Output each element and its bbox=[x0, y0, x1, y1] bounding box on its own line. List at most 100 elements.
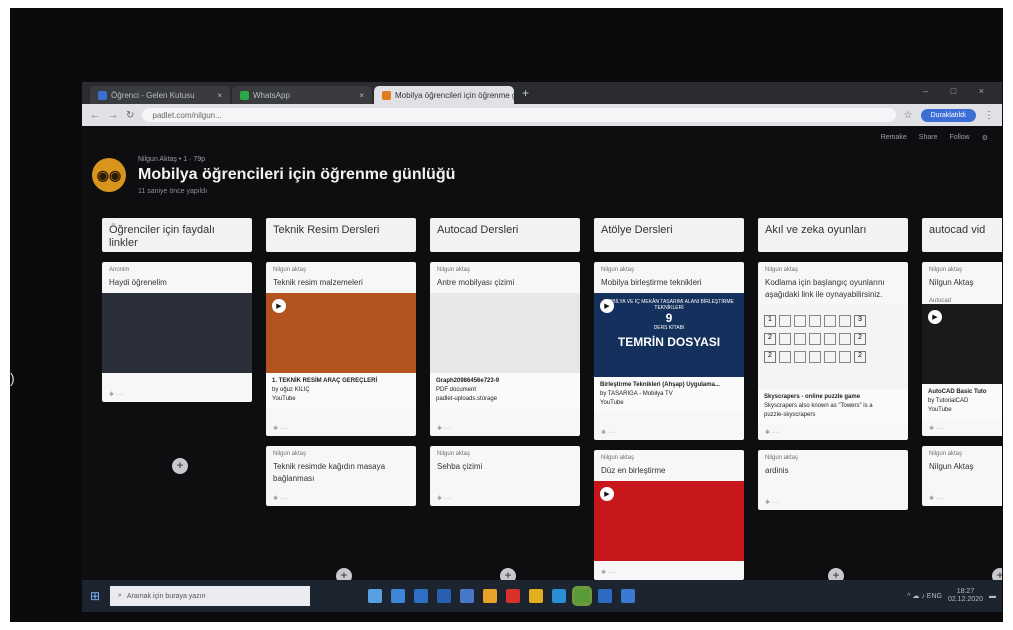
comment-icon[interactable]: ✱ ···· bbox=[437, 425, 452, 432]
tab-favicon-icon bbox=[240, 90, 249, 100]
comment-icon[interactable]: ✱ ···· bbox=[601, 429, 616, 436]
back-icon[interactable]: ← bbox=[90, 110, 100, 121]
comment-icon[interactable]: ✱ ···· bbox=[929, 495, 944, 502]
post-card[interactable]: Nilgun aktaş Teknik resim malzemeleri ▶ 1. … bbox=[266, 262, 416, 436]
taskbar-app-icon[interactable] bbox=[483, 589, 497, 603]
browser-tab[interactable]: WhatsApp × bbox=[232, 86, 372, 104]
post-card[interactable]: Nilgun aktaş Nilgun Aktaş Autocad ▶ AutoCAD … bbox=[922, 262, 1002, 436]
profile-button[interactable]: Duraklatıldı bbox=[920, 108, 976, 122]
puzzle-cell[interactable] bbox=[794, 315, 806, 327]
browser-tab[interactable]: Öğrenci - Gelen Kutusu × bbox=[90, 86, 230, 104]
post-media[interactable]: ▶ bbox=[922, 304, 1002, 384]
clock[interactable]: 18:27 02.12.2020 bbox=[948, 588, 983, 604]
puzzle-cell[interactable] bbox=[839, 315, 851, 327]
window-controls[interactable]: – □ × bbox=[923, 86, 994, 96]
banner-title: TEMRİN DOSYASI bbox=[617, 335, 721, 349]
post-card[interactable]: Nilgun aktaş ardinis ✱ ···· bbox=[758, 450, 908, 510]
play-icon[interactable]: ▶ bbox=[928, 310, 942, 324]
post-card[interactable]: Anonim Haydi öğrenelim ✱ ···· bbox=[102, 262, 252, 402]
taskbar-app-icon[interactable] bbox=[460, 589, 474, 603]
puzzle-cell[interactable] bbox=[779, 351, 791, 363]
comment-icon[interactable]: ✱ ···· bbox=[273, 425, 288, 432]
taskbar-app-icon[interactable] bbox=[391, 589, 405, 603]
comment-icon[interactable]: ✱ ···· bbox=[765, 499, 780, 506]
post-title: Kodlama için başlangıç oyunlarını aşağıd… bbox=[765, 278, 885, 299]
puzzle-cell[interactable] bbox=[779, 333, 791, 345]
post-card[interactable]: Nilgun aktaş Nilgun Aktaş ✱ ···· bbox=[922, 446, 1002, 506]
url-input[interactable]: padlet.com/nilgun... bbox=[142, 108, 896, 122]
post-card[interactable]: Nilgun aktaş Teknik resimde kağıdın masay… bbox=[266, 446, 416, 506]
puzzle-cell[interactable] bbox=[839, 333, 851, 345]
comment-icon[interactable]: ✱ ···· bbox=[109, 391, 124, 398]
post-media[interactable] bbox=[102, 293, 252, 373]
comment-icon[interactable]: ✱ ···· bbox=[601, 569, 616, 576]
padlet-action[interactable]: ⚙ bbox=[982, 134, 988, 142]
puzzle-row[interactable]: 22 bbox=[764, 351, 902, 363]
taskbar-app-icon[interactable] bbox=[529, 589, 543, 603]
post-media[interactable] bbox=[430, 293, 580, 373]
puzzle-cell[interactable] bbox=[794, 351, 806, 363]
post-card[interactable]: Nilgun aktaş Antre mobilyası çizimi Graph2… bbox=[430, 262, 580, 436]
taskbar-search-input[interactable]: ⌕ Aramak için buraya yazın bbox=[110, 586, 310, 606]
puzzle-cell[interactable] bbox=[824, 333, 836, 345]
column-heading[interactable]: Autocad Dersleri bbox=[430, 218, 580, 252]
comment-icon[interactable]: ✱ ···· bbox=[929, 425, 944, 432]
padlet-action[interactable]: Follow bbox=[949, 134, 969, 142]
post-media[interactable]: ▶ bbox=[266, 293, 416, 373]
play-icon[interactable]: ▶ bbox=[272, 299, 286, 313]
tab-close-icon[interactable]: × bbox=[359, 91, 364, 100]
tab-close-icon[interactable]: × bbox=[217, 91, 222, 100]
puzzle-cell[interactable] bbox=[809, 333, 821, 345]
taskbar-app-icon[interactable] bbox=[598, 589, 612, 603]
puzzle-cell[interactable] bbox=[839, 351, 851, 363]
taskbar-app-icon[interactable] bbox=[414, 589, 428, 603]
puzzle-cell[interactable] bbox=[779, 315, 791, 327]
tab-label: Öğrenci - Gelen Kutusu bbox=[111, 90, 195, 100]
post-card[interactable]: Nilgun aktaş Sehba çizimi ✱ ···· bbox=[430, 446, 580, 506]
taskbar-app-icon[interactable] bbox=[552, 589, 566, 603]
puzzle-row[interactable]: 13 bbox=[764, 315, 902, 327]
post-author: Nilgun aktaş bbox=[601, 455, 635, 461]
star-icon[interactable]: ☆ bbox=[904, 110, 913, 121]
puzzle-cell[interactable] bbox=[824, 315, 836, 327]
puzzle-cell[interactable] bbox=[809, 315, 821, 327]
puzzle-cell[interactable] bbox=[794, 333, 806, 345]
play-icon[interactable]: ▶ bbox=[600, 487, 614, 501]
browser-tab[interactable]: Mobilya öğrencileri için öğrenme günlüğü… bbox=[374, 86, 514, 104]
system-tray: ^ ☁ ♪ ENG 18:27 02.12.2020 ▬ bbox=[907, 588, 996, 604]
column-heading[interactable]: autocad vid bbox=[922, 218, 1002, 252]
add-post-button[interactable]: + bbox=[172, 458, 188, 474]
puzzle-cell[interactable] bbox=[824, 351, 836, 363]
comment-icon[interactable]: ✱ ···· bbox=[765, 429, 780, 436]
menu-icon[interactable]: ⋮ bbox=[984, 110, 994, 121]
post-media[interactable]: MOBİLYA VE İÇ MEKÂN TASARIMI ALANI BİRLE… bbox=[594, 293, 744, 377]
column-heading[interactable]: Teknik Resim Dersleri bbox=[266, 218, 416, 252]
column-heading[interactable]: Akıl ve zeka oyunları bbox=[758, 218, 908, 252]
forward-icon[interactable]: → bbox=[108, 110, 118, 121]
post-media[interactable]: 13 22 22 bbox=[758, 305, 908, 389]
taskbar-app-icon[interactable] bbox=[437, 589, 451, 603]
column-heading[interactable]: Atölye Dersleri bbox=[594, 218, 744, 252]
owner-avatar[interactable]: ◉◉ bbox=[92, 158, 126, 192]
taskbar-app-icon[interactable] bbox=[572, 586, 592, 606]
taskbar-app-icon[interactable] bbox=[368, 589, 382, 603]
reload-icon[interactable]: ↻ bbox=[126, 110, 134, 121]
taskbar-app-icon[interactable] bbox=[506, 589, 520, 603]
puzzle-row[interactable]: 22 bbox=[764, 333, 902, 345]
new-tab-button[interactable]: + bbox=[522, 86, 529, 100]
windows-start-icon[interactable]: ⊞ bbox=[88, 589, 102, 603]
post-card[interactable]: Nilgun aktaş Mobilya birleştirme teknikle… bbox=[594, 262, 744, 440]
taskbar-app-icon[interactable] bbox=[621, 589, 635, 603]
comment-icon[interactable]: ✱ ···· bbox=[437, 495, 452, 502]
play-icon[interactable]: ▶ bbox=[600, 299, 614, 313]
padlet-action[interactable]: Share bbox=[919, 134, 938, 142]
notification-icon[interactable]: ▬ bbox=[989, 593, 996, 600]
post-card[interactable]: Nilgun aktaş Düz en birleştirme ▶ ✱ ···· bbox=[594, 450, 744, 580]
post-card[interactable]: Nilgun aktaş Kodlama için başlangıç oyunl… bbox=[758, 262, 908, 440]
tray-icons[interactable]: ^ ☁ ♪ ENG bbox=[907, 592, 942, 600]
column-heading[interactable]: Öğrenciler için faydalı linkler bbox=[102, 218, 252, 252]
comment-icon[interactable]: ✱ ···· bbox=[273, 495, 288, 502]
post-media[interactable]: ▶ bbox=[594, 481, 744, 561]
puzzle-cell[interactable] bbox=[809, 351, 821, 363]
padlet-action[interactable]: Remake bbox=[881, 134, 907, 142]
